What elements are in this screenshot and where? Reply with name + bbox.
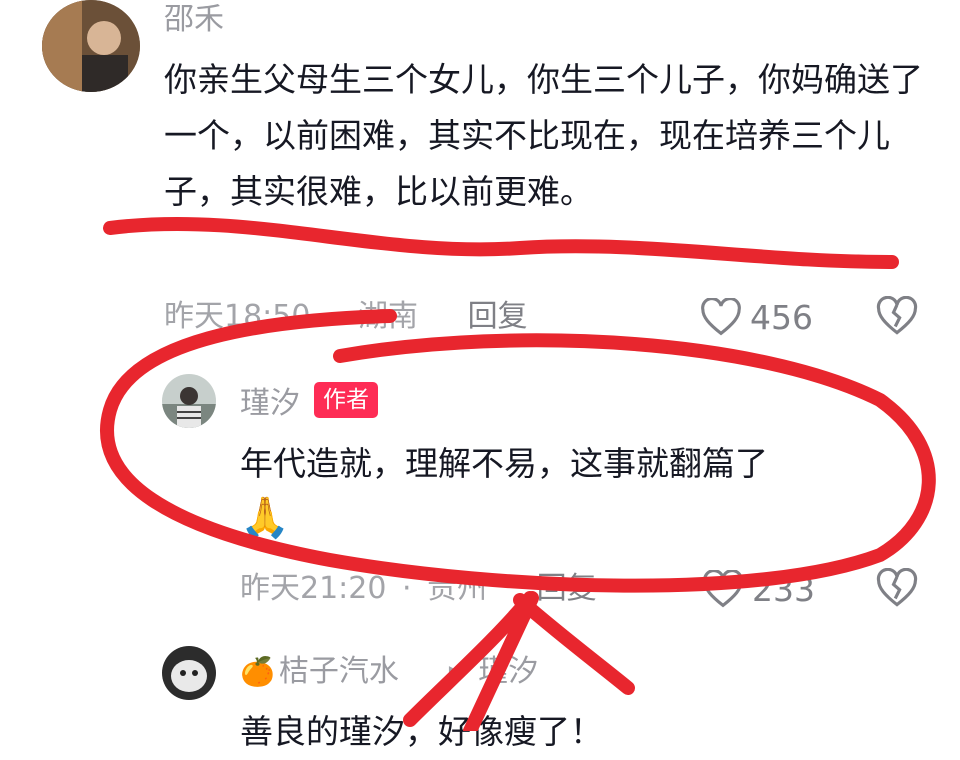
broken-heart-icon [876,296,918,336]
reply-author-row: 瑾汐 作者 [240,378,378,422]
broken-heart-icon [876,568,918,608]
comment-author[interactable]: 邵禾 [164,0,224,40]
heart-icon [700,298,742,336]
reply-time: 昨天21:20 [240,571,387,606]
heart-icon [702,570,744,608]
reply-button[interactable]: 回复 [468,299,528,334]
reply-author[interactable]: 瑾汐 [240,378,300,422]
like-button[interactable]: 456 [700,296,813,338]
reply2-author-row: 🍊 桔子汽水 ▶ 瑾汐 [240,651,538,693]
reply-to-author[interactable]: 瑾汐 [478,651,538,693]
reply2-text: 善良的瑾汐，好像瘦了！ [240,712,603,751]
reply2-author[interactable]: 桔子汽水 [279,651,399,693]
comment-text: 你亲生父母生三个女儿，你生三个儿子，你妈确送了一个，以前困难，其实不比现在，现在… [164,60,923,211]
avatar[interactable] [42,0,140,92]
reply-arrow-icon: ▶ [448,660,465,684]
pray-emoji: 🙏 [240,495,290,541]
comment-time: 昨天18:50 [164,299,311,334]
dislike-button[interactable] [876,568,918,608]
comment-location: 湖南 [358,299,419,334]
meta-separator: · [402,571,412,606]
like-count: 456 [750,297,813,337]
orange-emoji: 🍊 [240,655,275,688]
comment-meta: 昨天18:50 湖南 回复 [164,296,528,338]
reply-location: 贵州 [427,571,488,606]
reply-meta: 昨天21:20 · 贵州 回复 [240,568,597,610]
like-button[interactable]: 233 [702,568,815,610]
avatar-image [42,0,140,92]
reply-text: 年代造就，理解不易，这事就翻篇了 [240,444,768,483]
dislike-button[interactable] [876,296,918,336]
avatar-image [162,374,216,428]
avatar-image [162,646,216,700]
avatar[interactable] [162,374,216,428]
reply-button[interactable]: 回复 [537,571,597,606]
author-badge: 作者 [314,382,378,418]
strike-through-line [103,216,899,269]
avatar[interactable] [162,646,216,700]
like-count: 233 [752,569,815,609]
